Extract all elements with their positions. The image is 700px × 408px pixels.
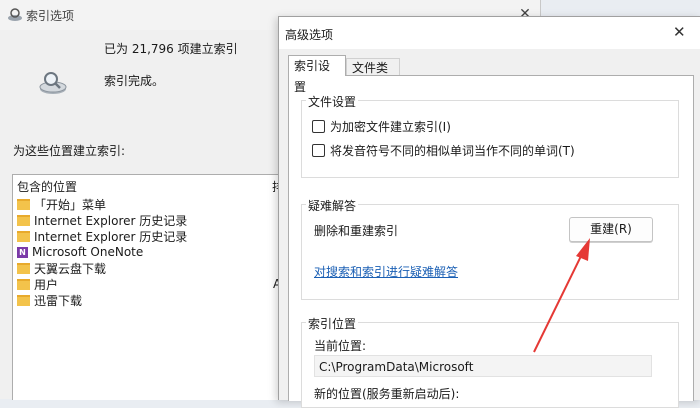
indexing-status-icon [39,72,67,94]
list-item[interactable]: Internet Explorer 历史记录 [17,212,187,228]
folder-icon [17,230,30,242]
list-item-label: Internet Explorer 历史记录 [34,213,188,228]
indexing-status-text: 索引完成。 [104,74,165,88]
onenote-icon: N [17,246,28,258]
list-item[interactable]: N Microsoft OneNote [17,244,143,260]
checkbox-label: 为加密文件建立索引(I) [330,120,451,134]
indexed-count-text: 已为 21,796 项建立索引 [104,42,238,56]
tab-index-settings[interactable]: 索引设置 [288,55,346,94]
folder-icon [17,294,30,306]
list-item-label: 天翼云盘下载 [34,261,107,276]
file-settings-group: 文件设置 为加密文件建立索引(I) 将发音符号不同的相似单词当作不同的单词(T) [301,93,679,178]
list-item-label: 迅雷下载 [34,293,83,308]
dialog-title: 高级选项 [285,28,334,42]
list-item[interactable]: 用户 [17,276,58,292]
tab-file-types[interactable]: 文件类型 [346,58,400,93]
checkbox[interactable] [312,144,325,157]
locations-label: 为这些位置建立索引: [13,144,126,158]
index-location-group: 索引位置 当前位置: C:\ProgramData\Microsoft 新的位置… [301,315,679,408]
list-item-label: Microsoft OneNote [32,245,144,259]
checkbox-label: 将发音符号不同的相似单词当作不同的单词(T) [330,144,575,158]
list-item[interactable]: 迅雷下载 [17,292,82,308]
folder-icon [17,262,30,274]
list-item[interactable]: 「开始」菜单 [17,196,106,212]
folder-icon [17,198,30,210]
column-header-included[interactable]: 包含的位置 [17,178,77,195]
index-settings-panel: 文件设置 为加密文件建立索引(I) 将发音符号不同的相似单词当作不同的单词(T)… [288,75,694,408]
encrypted-files-checkbox[interactable]: 为加密文件建立索引(I) [312,118,451,135]
rebuild-label: 删除和重建索引 [314,224,399,238]
list-item-label: 用户 [34,277,59,292]
troubleshooting-group: 疑难解答 删除和重建索引 重建(R) 对搜索和索引进行疑难解答 [301,197,679,300]
new-location-label: 新的位置(服务重新启动后): [314,387,460,401]
current-location-label: 当前位置: [314,339,367,353]
window-title: 索引选项 [26,9,75,23]
close-icon[interactable]: ✕ [673,24,686,40]
diacritics-checkbox[interactable]: 将发音符号不同的相似单词当作不同的单词(T) [312,142,575,159]
troubleshoot-link[interactable]: 对搜索和索引进行疑难解答 [314,263,458,280]
current-location-field: C:\ProgramData\Microsoft [314,355,652,377]
advanced-options-dialog: 高级选项 ✕ 索引设置 文件类型 文件设置 为加密文件建立索引(I) 将发音符号… [278,16,700,408]
group-title: 索引位置 [306,315,359,332]
rebuild-button[interactable]: 重建(R) [569,217,653,242]
dialog-title-bar: 高级选项 ✕ [279,17,700,49]
list-item[interactable]: Internet Explorer 历史记录 [17,228,187,244]
folder-icon [17,278,30,290]
folder-icon [17,214,30,226]
group-title: 疑难解答 [306,197,359,214]
list-item-label: 「开始」菜单 [34,197,107,212]
list-item[interactable]: 天翼云盘下载 [17,260,106,276]
list-item-label: Internet Explorer 历史记录 [34,229,188,244]
group-title: 文件设置 [306,93,359,110]
magnifier-drive-icon [8,8,22,21]
checkbox[interactable] [312,120,325,133]
